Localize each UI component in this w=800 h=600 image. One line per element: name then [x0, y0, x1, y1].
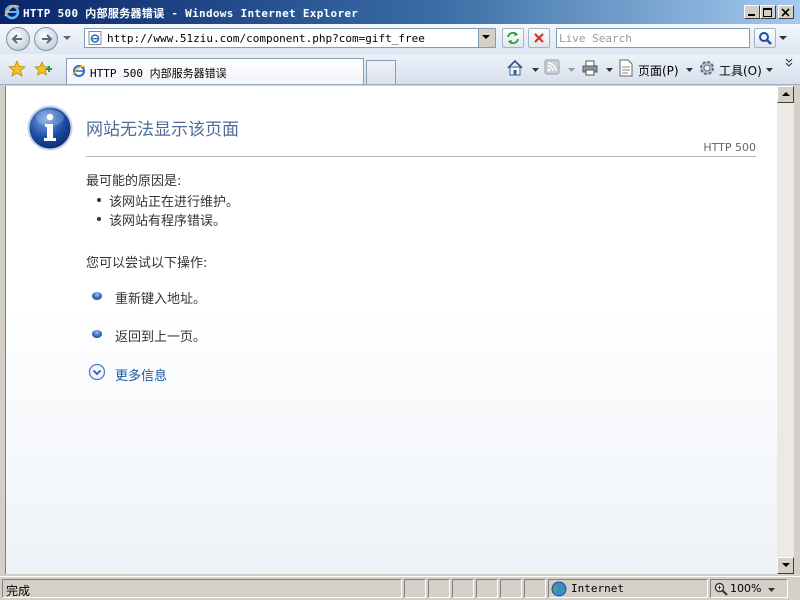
tab-active[interactable]: HTTP 500 内部服务器错误: [66, 58, 364, 84]
zone-label: Internet: [571, 582, 624, 595]
causes-heading: 最可能的原因是:: [86, 174, 182, 189]
stop-button[interactable]: [528, 28, 550, 48]
page-dropdown-icon[interactable]: [686, 68, 693, 72]
print-dropdown-icon[interactable]: [606, 68, 613, 72]
back-button[interactable]: [6, 27, 30, 51]
info-icon: [27, 105, 73, 151]
status-panel-empty: [428, 579, 450, 598]
status-panel-empty: [476, 579, 498, 598]
tools-menu-label: 工具(O): [719, 64, 762, 78]
zoom-level: 100%: [730, 582, 762, 595]
refresh-icon: [507, 32, 519, 44]
cause-item: 该网站有程序错误。: [97, 210, 227, 229]
http-status-code: HTTP 500: [703, 141, 756, 154]
stop-icon: [534, 33, 544, 43]
page-title: 网站无法显示该页面: [86, 120, 239, 140]
status-panel: 完成: [2, 579, 402, 598]
minimize-icon: [748, 14, 755, 16]
status-panel-empty: [500, 579, 522, 598]
close-button[interactable]: [778, 5, 794, 19]
maximize-icon: [763, 8, 772, 17]
home-icon: [507, 59, 523, 76]
feeds-dropdown-icon[interactable]: [568, 68, 575, 72]
refresh-button[interactable]: [502, 28, 524, 48]
chevron-down-icon: [482, 35, 490, 39]
status-panel-empty: [404, 579, 426, 598]
status-panel-empty: [524, 579, 546, 598]
history-dropdown-icon[interactable]: [63, 36, 71, 41]
status-bar: 完成 Internet 100%: [0, 576, 800, 600]
search-button[interactable]: [754, 28, 776, 48]
scroll-down-button[interactable]: [777, 557, 794, 574]
tools-dropdown-icon[interactable]: [766, 68, 773, 72]
status-panel-empty: [452, 579, 474, 598]
more-commands-icon[interactable]: [785, 58, 793, 68]
address-url[interactable]: http://www.51ziu.com/component.php?com=g…: [107, 32, 425, 45]
search-box[interactable]: [556, 28, 750, 48]
favorites-star-icon[interactable]: [8, 60, 26, 78]
blue-bullet-icon: [92, 292, 102, 300]
action-text: 重新键入地址。: [115, 292, 207, 307]
page-icon: [619, 59, 633, 77]
home-button[interactable]: [506, 59, 528, 79]
expand-circle-icon: [88, 363, 106, 381]
page-menu-label: 页面(P): [638, 64, 679, 78]
tab-bar: HTTP 500 内部服务器错误 页面(P) 工具(O): [0, 54, 800, 85]
window-frame-edge: [794, 86, 800, 578]
page-menu-button[interactable]: 页面(P): [618, 59, 684, 79]
print-button[interactable]: [581, 59, 603, 79]
feeds-button[interactable]: [544, 59, 564, 79]
zoom-dropdown-icon[interactable]: [768, 588, 775, 592]
home-dropdown-icon[interactable]: [532, 68, 539, 72]
security-zone-panel[interactable]: Internet: [548, 579, 708, 598]
close-icon: [781, 8, 790, 17]
arrow-up-icon: [782, 92, 790, 96]
ie-page-icon: [88, 31, 102, 45]
cause-text: 该网站有程序错误。: [109, 214, 227, 229]
action-text: 返回到上一页。: [115, 330, 207, 345]
forward-icon: [42, 34, 53, 44]
address-bar[interactable]: http://www.51ziu.com/component.php?com=g…: [84, 28, 496, 48]
maximize-button[interactable]: [760, 5, 776, 19]
bullet-dot: [97, 217, 101, 221]
status-text: 完成: [6, 584, 31, 598]
back-icon: [11, 34, 22, 44]
forward-button[interactable]: [34, 27, 58, 51]
address-toolbar: http://www.51ziu.com/component.php?com=g…: [0, 24, 800, 54]
minimize-button[interactable]: [744, 5, 760, 19]
window-title: HTTP 500 内部服务器错误 - Windows Internet Expl…: [23, 7, 359, 20]
ie-page-icon: [72, 65, 86, 77]
zoom-icon: [714, 582, 728, 596]
zoom-panel[interactable]: 100%: [710, 579, 788, 598]
blue-bullet-icon: [92, 330, 102, 338]
page-content: 网站无法显示该页面 HTTP 500 最可能的原因是: 该网站正在进行维护。 该…: [5, 86, 777, 574]
title-divider: [86, 156, 756, 157]
scroll-up-button[interactable]: [777, 86, 794, 103]
tab-label: HTTP 500 内部服务器错误: [90, 67, 227, 80]
address-dropdown-button[interactable]: [478, 29, 495, 47]
arrow-down-icon: [782, 563, 790, 567]
globe-icon: [551, 581, 567, 597]
bullet-dot: [97, 198, 101, 202]
more-info-label[interactable]: 更多信息: [115, 365, 167, 384]
ie-logo-icon: [4, 4, 20, 20]
print-icon: [582, 60, 598, 76]
tools-menu-button[interactable]: 工具(O): [698, 59, 764, 79]
search-icon: [759, 32, 772, 45]
cause-text: 该网站正在进行维护。: [109, 195, 240, 210]
feeds-icon: [544, 59, 560, 75]
search-input[interactable]: [559, 30, 745, 46]
new-tab-button[interactable]: [366, 60, 396, 84]
tools-gear-icon: [700, 61, 714, 75]
add-favorites-icon[interactable]: [34, 60, 52, 78]
cause-item: 该网站正在进行维护。: [97, 191, 240, 210]
title-bar: HTTP 500 内部服务器错误 - Windows Internet Expl…: [0, 0, 800, 24]
try-heading: 您可以尝试以下操作:: [86, 256, 208, 271]
vertical-scrollbar[interactable]: [777, 86, 794, 574]
search-options-dropdown-icon[interactable]: [779, 36, 787, 41]
